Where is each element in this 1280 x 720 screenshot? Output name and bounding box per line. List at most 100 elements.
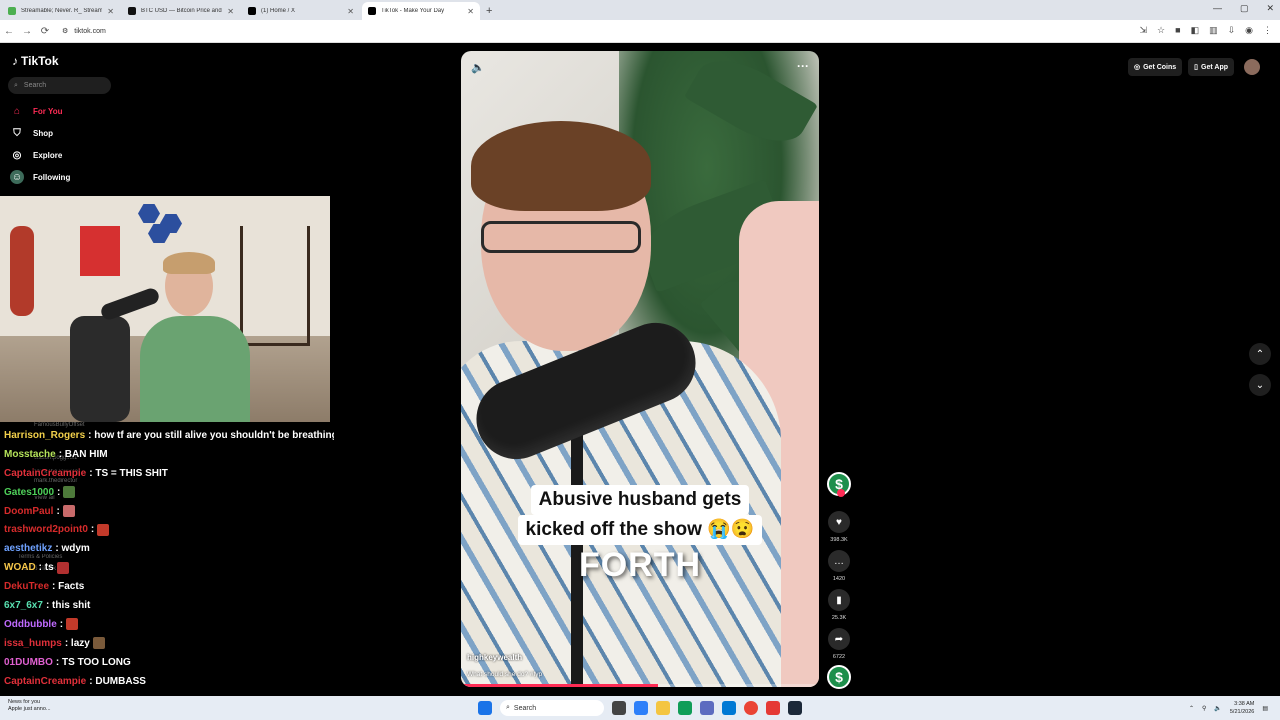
tip-dollar-icon[interactable]: $ [827, 472, 851, 497]
chat-emote-icon [62, 505, 75, 517]
bookmark-icon[interactable]: ▮ [828, 589, 850, 611]
video-progress-bar[interactable] [461, 684, 819, 687]
steam-icon[interactable] [788, 701, 802, 715]
chat-username[interactable]: DoomPaul [4, 506, 53, 517]
chat-message: Harrison_Rogers: how tf are you still al… [4, 426, 334, 445]
next-video-button[interactable]: ⌄ [1249, 374, 1271, 396]
store-icon[interactable] [700, 701, 714, 715]
get-app-button[interactable]: ▯ Get App [1188, 58, 1234, 76]
nav-shop[interactable]: ⛉ Shop [10, 125, 120, 141]
time: 3:38 AM [1234, 701, 1255, 707]
get-coins-button[interactable]: ◎ Get Coins [1128, 58, 1183, 76]
app-icon[interactable] [766, 701, 780, 715]
file-explorer-icon[interactable] [656, 701, 670, 715]
minimize-icon[interactable]: — [1213, 3, 1222, 14]
search-input[interactable]: ⌕ Search [8, 77, 111, 94]
like-action[interactable]: ♥ 398.3K [826, 511, 852, 543]
sidebar-icon[interactable]: ▥ [1209, 25, 1218, 36]
nav-explore[interactable]: ◎ Explore [10, 147, 120, 163]
tab-favicon-icon [128, 7, 136, 15]
chat-username[interactable]: Gates1000 [4, 487, 54, 498]
close-window-icon[interactable]: ✕ [1266, 3, 1274, 14]
subtitle-word: FORTH [578, 546, 702, 584]
chat-username[interactable]: CaptainCreampie [4, 676, 86, 687]
chat-username[interactable]: Oddbubble [4, 619, 57, 630]
chat-username[interactable]: DekuTree [4, 581, 49, 592]
new-tab-button[interactable]: + [486, 2, 492, 20]
user-avatar[interactable] [1244, 59, 1260, 75]
forward-icon[interactable]: → [18, 26, 36, 37]
heart-icon[interactable]: ♥ [828, 511, 850, 533]
tiktok-note-icon: ♪ [12, 54, 18, 68]
start-icon[interactable] [478, 701, 492, 715]
chat-username[interactable]: trashword2point0 [4, 524, 88, 535]
address-bar: ← → ⟳ ⚙ tiktok.com ⇲ ☆ ■ ◧ ▥ ⇩ ◉ ⋮ [0, 20, 1280, 43]
site-info-icon[interactable]: ⚙ [62, 27, 68, 35]
save-action[interactable]: ▮ 25.3K [826, 589, 852, 621]
chat-username[interactable]: 6x7_6x7 [4, 600, 43, 611]
task-view-icon[interactable] [612, 701, 626, 715]
browser-tab[interactable]: BTC USD — Bitcoin Price and C ✕ [122, 2, 240, 20]
nav-for-you[interactable]: ⌂ For You [10, 103, 120, 119]
install-icon[interactable]: ⇲ [1140, 25, 1148, 36]
taskbar-search-label: Search [513, 704, 537, 712]
chat-username[interactable]: 01DUMBO [4, 657, 53, 668]
url-text: tiktok.com [74, 27, 106, 35]
chat-username[interactable]: aesthetikz [4, 543, 52, 554]
chat-text: : TS TOO LONG [55, 656, 131, 668]
video-player[interactable]: 🔈 ··· Abusive husband gets kicked off th… [461, 51, 819, 687]
search-icon: ⌕ [506, 704, 510, 711]
chat-username[interactable]: Harrison_Rogers [4, 430, 85, 441]
puzzle-icon[interactable]: ◧ [1191, 25, 1200, 36]
close-tab-icon[interactable]: ✕ [227, 7, 234, 16]
menu-dots-icon[interactable]: ⋮ [1263, 25, 1272, 36]
downloads-icon[interactable]: ⇩ [1228, 25, 1236, 36]
comment-icon[interactable]: … [828, 550, 850, 572]
volume-icon[interactable]: 🔈 [1214, 705, 1221, 712]
close-tab-icon[interactable]: ✕ [467, 7, 474, 16]
browser-tab[interactable]: (1) Home / X ✕ [242, 2, 360, 20]
edge-icon[interactable] [678, 701, 692, 715]
chat-username[interactable]: CaptainCreampie [4, 468, 86, 479]
share-icon[interactable]: ➦ [828, 628, 850, 650]
share-action[interactable]: ➦ 6722 [826, 628, 852, 660]
chevron-up-icon[interactable]: ⌃ [1189, 705, 1194, 712]
browser-tab[interactable]: TikTok - Make Your Day ✕ [362, 2, 480, 20]
previous-video-button[interactable]: ⌃ [1249, 343, 1271, 365]
extension-icon[interactable]: ■ [1175, 25, 1180, 36]
notification-icon[interactable]: ▤ [1262, 705, 1268, 712]
more-options-icon[interactable]: ··· [797, 59, 809, 73]
tiktok-logo[interactable]: ♪ TikTok [12, 54, 59, 68]
video-description[interactable]: What should she do? #fyp [467, 671, 542, 678]
browser-tab[interactable]: Streamable; Never. R_ Stream o ✕ [2, 2, 120, 20]
chat-username[interactable]: issa_humps [4, 638, 62, 649]
video-username[interactable]: highkeywealth [467, 653, 522, 662]
maximize-icon[interactable]: ▢ [1240, 3, 1249, 14]
profile-icon[interactable]: ◉ [1245, 25, 1253, 36]
url-field[interactable]: ⚙ tiktok.com [62, 27, 106, 36]
tab-favicon-icon [8, 7, 16, 15]
taskbar-search[interactable]: ⌕ Search [500, 700, 604, 716]
chat-message: 01DUMBO: TS TOO LONG [4, 653, 334, 672]
close-tab-icon[interactable]: ✕ [107, 7, 114, 16]
copilot-icon[interactable] [634, 701, 648, 715]
volume-icon[interactable]: 🔈 [471, 61, 485, 74]
taskbar-apps: ⌕ Search [478, 700, 802, 716]
close-tab-icon[interactable]: ✕ [347, 7, 354, 16]
tip-dollar-icon[interactable]: $ [827, 665, 851, 689]
nav-following[interactable]: ☺ Following [10, 169, 120, 185]
comment-action[interactable]: … 1420 [826, 550, 852, 582]
tab-title: TikTok - Make Your Day [381, 8, 445, 14]
chrome-icon[interactable] [744, 701, 758, 715]
chat-text: : wdym [55, 543, 90, 555]
reload-icon[interactable]: ⟳ [36, 26, 54, 37]
chat-username[interactable]: WOAD [4, 562, 36, 573]
bookmark-star-icon[interactable]: ☆ [1157, 25, 1165, 36]
back-icon[interactable]: ← [0, 26, 18, 37]
network-icon[interactable]: ⚲ [1202, 705, 1206, 712]
mail-icon[interactable] [722, 701, 736, 715]
share-count: 6722 [832, 654, 846, 660]
news-widget[interactable]: News for you Apple just anno... [8, 699, 51, 713]
chat-username[interactable]: Mosstache [4, 449, 56, 460]
clock[interactable]: 3:38 AM 5/21/2026 [1230, 700, 1254, 716]
